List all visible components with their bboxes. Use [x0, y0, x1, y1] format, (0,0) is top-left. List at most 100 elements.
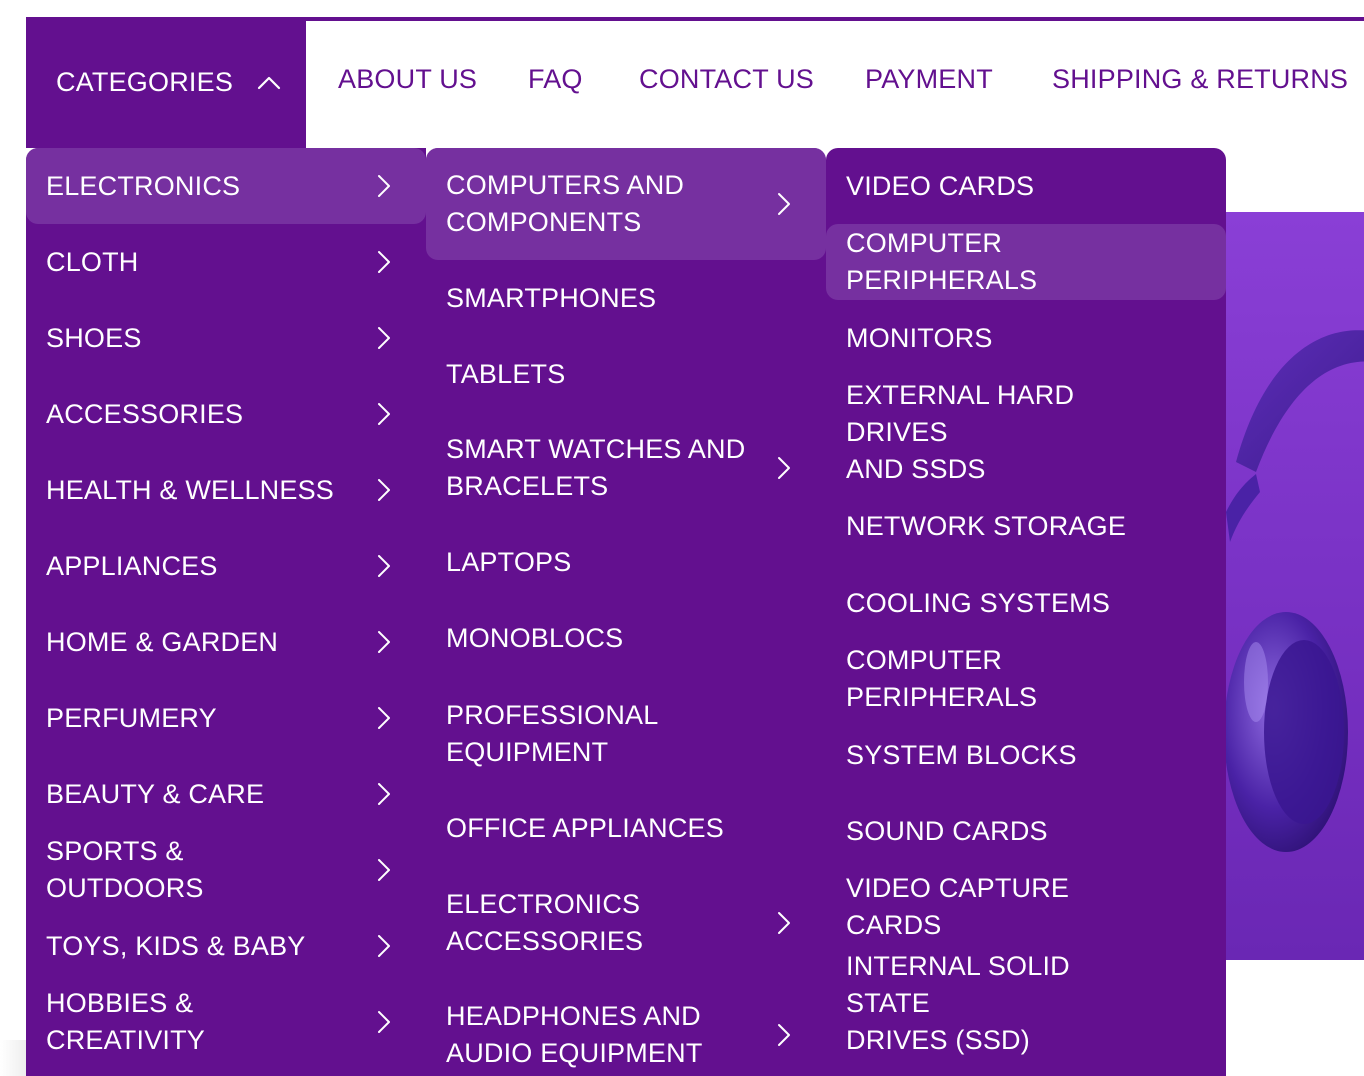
menu-item-shoes[interactable]: SHOES	[26, 300, 426, 376]
subsubmenu-item-label: NETWORK STORAGE	[846, 508, 1126, 545]
subsubmenu-item-label: INTERNAL SOLID STATE DRIVES (SSD)	[846, 948, 1146, 1059]
menu-item-beauty-and-care[interactable]: BEAUTY & CARE	[26, 756, 426, 832]
headphones-image	[1226, 330, 1364, 852]
chevron-right-icon	[378, 859, 390, 881]
label-line: BEAUTY & CARE	[46, 778, 265, 809]
subsubmenu-item-cooling-systems[interactable]: COOLING SYSTEMS	[826, 565, 1226, 641]
menu-item-label: HOBBIES & CREATIVITY	[46, 985, 346, 1059]
label-line: HEALTH & WELLNESS	[46, 474, 334, 505]
menu-item-label: APPLIANCES	[46, 548, 218, 585]
submenu-item-monoblocs[interactable]: MONOBLOCS	[426, 601, 826, 676]
submenu-item-electronics-accessories[interactable]: ELECTRONICS ACCESSORIES	[426, 866, 826, 979]
label-line: SYSTEM BLOCKS	[846, 739, 1077, 770]
label-line: ACCESSORIES	[446, 925, 644, 956]
menu-item-label: TOYS, KIDS & BABY	[46, 928, 306, 965]
submenu-item-tablets[interactable]: TABLETS	[426, 336, 826, 412]
nav-link-shipping-returns[interactable]: SHIPPING & RETURNS	[1052, 64, 1348, 95]
categories-button[interactable]: CATEGORIES	[26, 17, 306, 148]
subsubmenu-item-label: VIDEO CAPTURE CARDS	[846, 870, 1146, 944]
chevron-right-icon	[378, 251, 390, 273]
label-line: HOME & GARDEN	[46, 626, 279, 657]
label-line: EXTERNAL HARD DRIVES	[846, 379, 1075, 447]
label-line: COMPUTER PERIPHERALS	[846, 645, 1038, 712]
submenu-item-computers-and-components[interactable]: COMPUTERS AND COMPONENTS	[426, 148, 826, 260]
subsubmenu-item-internal-solid-state-drives-ssd[interactable]: INTERNAL SOLID STATE DRIVES (SSD)	[826, 945, 1226, 1062]
label-line: COMPONENTS	[446, 207, 642, 237]
label-line: PERFUMERY	[46, 702, 217, 733]
chevron-right-icon	[378, 555, 390, 577]
submenu-item-smartphones[interactable]: SMARTPHONES	[426, 260, 826, 336]
chevron-right-icon	[378, 783, 390, 805]
menu-item-electronics[interactable]: ELECTRONICS	[26, 148, 426, 224]
chevron-right-icon	[378, 327, 390, 349]
label-line: MONOBLOCS	[446, 623, 624, 653]
menu-level-1: ELECTRONICS CLOTH SHOES ACCESSORIES HEALTH &…	[26, 148, 426, 1076]
menu-item-toys-kids-and-baby[interactable]: TOYS, KIDS & BABY	[26, 908, 426, 984]
hero-banner	[1226, 212, 1364, 960]
label-line: ELECTRONICS	[46, 170, 241, 201]
label-line: HOBBIES & CREATIVITY	[46, 988, 206, 1055]
submenu-item-label: LAPTOPS	[446, 544, 571, 581]
subsubmenu-item-label: SOUND CARDS	[846, 813, 1048, 850]
menu-item-label: ELECTRONICS	[46, 168, 240, 205]
chevron-right-icon	[378, 631, 390, 653]
label-line: INTERNAL SOLID STATE	[846, 951, 1070, 1018]
submenu-item-headphones-and-audio-equipment[interactable]: HEADPHONES AND AUDIO EQUIPMENT	[426, 979, 826, 1076]
submenu-item-label: COMPUTERS AND COMPONENTS	[446, 167, 684, 241]
submenu-item-label: PROFESSIONAL EQUIPMENT	[446, 697, 658, 771]
label-line: ELECTRONICS	[446, 888, 641, 919]
nav-link-about-us[interactable]: ABOUT US	[338, 64, 477, 95]
submenu-item-office-appliances[interactable]: OFFICE APPLIANCES	[426, 791, 826, 866]
menu-item-health-and-wellness[interactable]: HEALTH & WELLNESS	[26, 452, 426, 528]
submenu-item-label: SMARTPHONES	[446, 280, 656, 317]
label-line: TABLETS	[446, 358, 566, 389]
label-line: SOUND CARDS	[846, 815, 1048, 846]
submenu-item-label: SMART WATCHES AND BRACELETS	[446, 431, 745, 505]
menu-item-cloth[interactable]: CLOTH	[26, 224, 426, 300]
menu-item-sports-and-outdoors[interactable]: SPORTS & OUTDOORS	[26, 832, 426, 908]
menu-item-label: SHOES	[46, 320, 142, 357]
label-line: CLOTH	[46, 246, 139, 277]
subsubmenu-item-external-hard-drives-and-ssds[interactable]: EXTERNAL HARD DRIVES AND SSDS	[826, 376, 1226, 488]
label-line: TOYS, KIDS & BABY	[46, 930, 306, 961]
label-line: VIDEO CAPTURE CARDS	[846, 873, 1070, 940]
nav-link-contact-us[interactable]: CONTACT US	[639, 64, 814, 95]
label-line: PROFESSIONAL	[446, 699, 659, 730]
chevron-right-icon	[778, 1024, 790, 1046]
subsubmenu-item-system-blocks[interactable]: SYSTEM BLOCKS	[826, 717, 1226, 793]
chevron-right-icon	[378, 1011, 390, 1033]
label-line: ACCESSORIES	[46, 398, 244, 429]
label-line: VIDEO CARDS	[846, 170, 1035, 201]
menu-item-label: HOME & GARDEN	[46, 624, 278, 661]
submenu-item-professional-equipment[interactable]: PROFESSIONAL EQUIPMENT	[426, 676, 826, 791]
chevron-right-icon	[778, 193, 790, 215]
menu-item-appliances[interactable]: APPLIANCES	[26, 528, 426, 604]
subsubmenu-item-sound-cards[interactable]: SOUND CARDS	[826, 793, 1226, 869]
menu-level-3: VIDEO CARDS COMPUTER PERIPHERALS MONITORS E…	[826, 148, 1226, 1076]
subsubmenu-item-network-storage[interactable]: NETWORK STORAGE	[826, 488, 1226, 565]
chevron-right-icon	[778, 911, 790, 934]
nav-link-payment[interactable]: PAYMENT	[865, 64, 993, 95]
chevron-up-icon	[257, 76, 281, 89]
nav-link-faq[interactable]: FAQ	[528, 64, 583, 95]
label-line: SHOES	[46, 322, 142, 353]
chevron-right-icon	[378, 479, 390, 501]
categories-label: CATEGORIES	[56, 67, 234, 97]
submenu-item-laptops[interactable]: LAPTOPS	[426, 524, 826, 601]
subsubmenu-item-monitors[interactable]: MONITORS	[826, 300, 1226, 376]
menu-item-hobbies-and-creativity[interactable]: HOBBIES & CREATIVITY	[26, 984, 426, 1060]
subsubmenu-item-video-cards[interactable]: VIDEO CARDS	[826, 148, 1226, 224]
menu-item-label: HEALTH & WELLNESS	[46, 472, 334, 509]
label-line: AND SSDS	[846, 453, 986, 484]
menu-item-accessories[interactable]: ACCESSORIES	[26, 376, 426, 452]
subsubmenu-item-computer-peripherals[interactable]: COMPUTER PERIPHERALS	[826, 224, 1226, 300]
label-line: BRACELETS	[446, 471, 609, 501]
submenu-item-label: HEADPHONES AND AUDIO EQUIPMENT	[446, 998, 703, 1072]
submenu-item-smart-watches-and-bracelets[interactable]: SMART WATCHES AND BRACELETS	[426, 412, 826, 524]
menu-item-perfumery[interactable]: PERFUMERY	[26, 680, 426, 756]
menu-item-home-and-garden[interactable]: HOME & GARDEN	[26, 604, 426, 680]
subsubmenu-item-computer-peripherals[interactable]: COMPUTER PERIPHERALS	[826, 641, 1226, 717]
subsubmenu-item-video-capture-cards[interactable]: VIDEO CAPTURE CARDS	[826, 869, 1226, 945]
left-edge-shade	[0, 1040, 26, 1076]
label-line: COMPUTERS AND	[446, 170, 685, 200]
